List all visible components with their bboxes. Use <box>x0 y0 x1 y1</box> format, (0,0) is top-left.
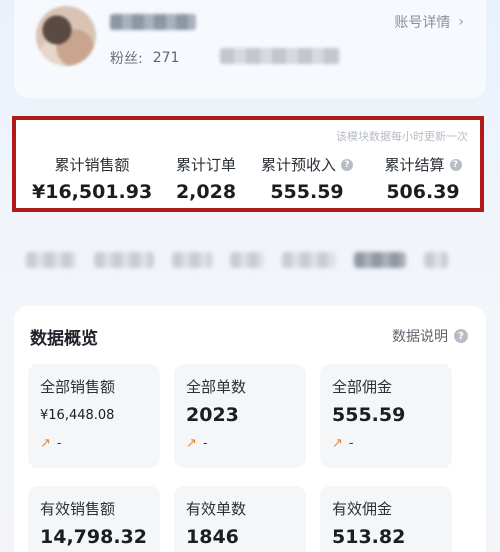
avatar[interactable] <box>36 6 96 66</box>
tile-value: 555.59 <box>332 404 406 426</box>
stat-total-settlement: 累计结算 ? 506.39 <box>368 154 478 203</box>
tile-value: 2023 <box>186 404 239 426</box>
stat-value: ¥16,501.93 <box>32 181 153 203</box>
trend-indicator: ↗ - <box>332 436 354 451</box>
tile-label: 全部佣金 <box>332 378 393 396</box>
tab-redacted[interactable] <box>282 252 336 268</box>
question-circle-icon[interactable]: ? <box>341 158 353 171</box>
trend-indicator: ↗ - <box>40 436 62 451</box>
stat-label: 累计预收入 <box>260 156 336 174</box>
stat-estimated-income: 累计预收入 ? 555.59 <box>252 154 362 203</box>
trend-up-icon: ↗ <box>40 436 51 451</box>
trend-up-icon: ↗ <box>332 436 343 451</box>
redacted-tabs-row <box>14 236 486 284</box>
trend-indicator: ↗ - <box>186 436 208 451</box>
account-detail-link[interactable]: 账号详情 › <box>394 12 464 32</box>
tile-label: 有效销售额 <box>40 500 116 518</box>
stat-total-sales: 累计销售额 ¥16,501.93 <box>32 154 152 203</box>
trend-value: - <box>348 436 354 451</box>
fans-info: 粉丝: 271 <box>110 48 179 68</box>
fans-count: 271 <box>152 50 180 66</box>
tab-redacted[interactable] <box>230 252 264 268</box>
update-note: 该模块数据每小时更新一次 <box>336 130 468 143</box>
tab-redacted[interactable] <box>424 252 448 268</box>
cumulative-stats-panel: 该模块数据每小时更新一次 累计销售额 ¥16,501.93 累计订单 2,028… <box>12 116 484 212</box>
tab-redacted[interactable] <box>26 252 76 268</box>
data-description-link[interactable]: 数据说明 ? <box>392 326 468 346</box>
tile-label: 有效佣金 <box>332 500 393 518</box>
fans-label: 粉丝: <box>110 51 143 67</box>
profile-card: 账号详情 › 粉丝: 271 <box>14 0 486 98</box>
stat-total-orders: 累计订单 2,028 <box>158 154 254 203</box>
username-redacted <box>110 14 196 30</box>
stat-value: 2,028 <box>175 181 237 203</box>
tile-value: 14,798.32 <box>40 526 147 548</box>
chevron-right-icon: › <box>458 14 464 30</box>
tile-value: 1846 <box>186 526 239 548</box>
data-overview-card: 数据概览 数据说明 ? 全部销售额 ¥16,448.08 ↗ - 全部单数 20… <box>14 306 486 552</box>
tile-valid-commission[interactable]: 有效佣金 513.82 <box>320 486 452 552</box>
stat-value: 506.39 <box>386 181 460 203</box>
tile-total-commission[interactable]: 全部佣金 555.59 ↗ - <box>320 364 452 468</box>
tile-value: 513.82 <box>332 526 406 548</box>
tile-valid-orders[interactable]: 有效单数 1846 <box>174 486 306 552</box>
trend-value: - <box>56 436 62 451</box>
tab-redacted[interactable] <box>172 252 212 268</box>
account-detail-label: 账号详情 <box>394 15 451 31</box>
trend-value: - <box>202 436 208 451</box>
question-circle-icon: ? <box>454 329 468 343</box>
question-circle-icon[interactable]: ? <box>449 158 462 171</box>
tile-label: 有效单数 <box>186 500 247 518</box>
tile-label: 全部单数 <box>186 378 247 396</box>
tile-label: 全部销售额 <box>40 378 116 396</box>
current-info-redacted <box>220 48 340 64</box>
stat-label: 累计销售额 <box>54 156 130 174</box>
help-label: 数据说明 <box>392 329 448 345</box>
overview-title: 数据概览 <box>30 329 98 349</box>
tile-valid-sales[interactable]: 有效销售额 14,798.32 <box>28 486 160 552</box>
tile-value: ¥16,448.08 <box>40 408 115 423</box>
tile-total-orders[interactable]: 全部单数 2023 ↗ - <box>174 364 306 468</box>
tab-redacted-active[interactable] <box>354 252 406 268</box>
stat-value: 555.59 <box>270 181 344 203</box>
trend-up-icon: ↗ <box>186 436 197 451</box>
tile-total-sales[interactable]: 全部销售额 ¥16,448.08 ↗ - <box>28 364 160 468</box>
stat-label: 累计订单 <box>175 156 236 174</box>
stat-label: 累计结算 <box>384 156 445 174</box>
tab-redacted[interactable] <box>94 252 154 268</box>
